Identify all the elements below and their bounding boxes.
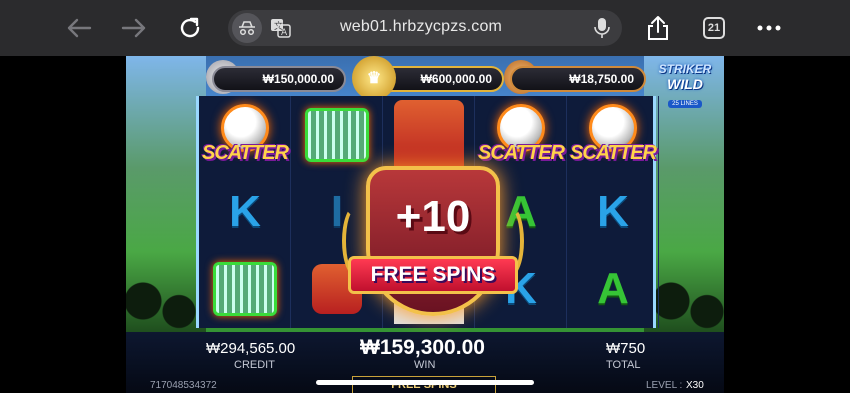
- reel-5: SCATTER K A: [567, 96, 659, 328]
- symbol-k: K: [597, 186, 629, 236]
- goal-symbol: [291, 96, 383, 173]
- goal-net-icon: [213, 261, 277, 316]
- logo-line2: WILD: [667, 76, 703, 92]
- svg-text:A: A: [281, 28, 288, 38]
- more-icon[interactable]: [753, 12, 785, 44]
- round-id: 717048534372: [150, 380, 217, 391]
- url-text[interactable]: web01.hrbzycpzs.com: [340, 18, 502, 36]
- free-spins-badge: +10 FREE SPINS: [342, 166, 524, 336]
- jackpot-silver: ₩150,000.00: [212, 66, 346, 92]
- translate-icon[interactable]: 文A: [270, 18, 292, 43]
- goal-net-icon: [305, 107, 369, 162]
- level-value: X30: [686, 380, 704, 391]
- scatter-symbol: SCATTER: [475, 96, 567, 173]
- logo-line1: STRIKER: [658, 62, 712, 76]
- back-arrow-icon[interactable]: [63, 12, 95, 44]
- symbol-a: A: [597, 263, 629, 313]
- credit-value: ₩294,565.00: [206, 340, 296, 357]
- slot-game[interactable]: ♛ ₩150,000.00 ₩600,000.00 ♛ ♛ ₩18,750.00…: [126, 56, 724, 393]
- total-bet-value[interactable]: ₩750: [606, 340, 645, 357]
- win-label: WIN: [414, 359, 436, 371]
- win-value: ₩159,300.00: [360, 336, 485, 359]
- scatter-symbol: SCATTER: [567, 96, 659, 173]
- forward-arrow-icon[interactable]: [118, 12, 150, 44]
- symbol-k: K: [229, 186, 261, 236]
- free-spins-amount: +10: [395, 192, 471, 241]
- player-icon: [394, 99, 464, 170]
- address-bar[interactable]: 文A web01.hrbzycpzs.com: [228, 10, 622, 46]
- tabs-icon[interactable]: 21: [699, 12, 731, 44]
- page: 文A web01.hrbzycpzs.com 21 ♛ ₩150,000.00 …: [0, 0, 850, 393]
- share-icon[interactable]: [642, 12, 674, 44]
- home-indicator[interactable]: [316, 380, 534, 385]
- gold-medal-icon: ♛: [352, 56, 396, 100]
- game-logo: STRIKER WILD 25 LINES: [650, 62, 720, 108]
- browser-toolbar: 文A web01.hrbzycpzs.com 21: [0, 0, 850, 56]
- credit-label: CREDIT: [234, 359, 275, 371]
- reload-icon[interactable]: [174, 12, 206, 44]
- tab-count: 21: [703, 17, 725, 39]
- total-bet-label: TOTAL: [606, 359, 641, 371]
- goal-symbol: [199, 250, 291, 327]
- scatter-symbol: SCATTER: [199, 96, 291, 173]
- player-symbol: [383, 96, 475, 173]
- reel-1: SCATTER K: [199, 96, 291, 328]
- jackpot-bronze: ₩18,750.00: [510, 66, 646, 92]
- incognito-icon[interactable]: [232, 13, 262, 43]
- microphone-icon[interactable]: [594, 17, 610, 44]
- logo-lines: 25 LINES: [668, 100, 702, 108]
- free-spins-ribbon: FREE SPINS: [348, 256, 518, 294]
- level-label: LEVEL :: [646, 380, 683, 391]
- jackpot-gold: ₩600,000.00: [378, 66, 504, 92]
